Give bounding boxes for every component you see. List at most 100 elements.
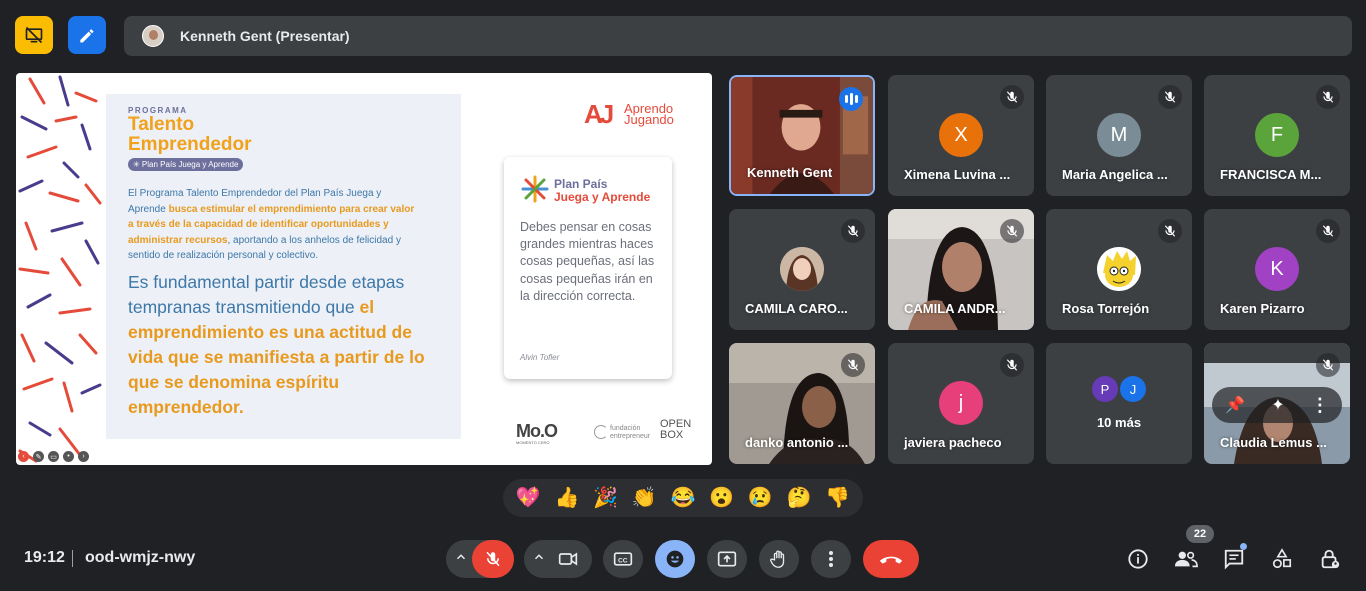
chevron-up-icon[interactable] [532,550,546,564]
openbox-logo: OPEN BOX [660,419,691,441]
tile-hover-controls: 📌 ✦ ⋮ [1212,387,1342,423]
participant-name: Karen Pizarro [1220,301,1305,316]
avatar-initial: M [1110,123,1128,146]
more-vert-icon [829,551,833,567]
avatar-photo [780,247,824,291]
participant-name: CAMILA CARO... [745,301,848,316]
avatar-photo [1097,247,1141,291]
host-controls-button[interactable] [1317,546,1343,572]
pen-icon [80,29,94,43]
leave-call-button[interactable] [863,540,919,578]
more-options-button[interactable] [811,540,851,578]
avatar-mini: J [1120,376,1146,402]
present-button[interactable] [707,540,747,578]
program-title-line2: Emprendedor [128,134,252,155]
reaction-thumbs-down[interactable]: 👎 [823,488,853,508]
participant-tile[interactable]: 📌 ✦ ⋮ Claudia Lemus ... [1204,343,1350,464]
mic-off-icon [1316,219,1340,243]
participant-tile[interactable]: F FRANCISCA M... [1204,75,1350,196]
mic-off-icon [1158,219,1182,243]
camera-group [524,540,592,578]
participant-tile[interactable]: CAMILA CARO... [729,209,875,330]
annotate-button[interactable] [68,16,106,54]
prev-slide-icon[interactable]: ‹ [18,451,29,462]
emoji-reactions-button[interactable] [655,540,695,578]
fundacion-line1: fundación [610,425,641,432]
stop-presenting-button[interactable] [15,16,53,54]
mic-toggle-button[interactable] [472,540,514,578]
program-description: El Programa Talento Emprendedor del Plan… [128,186,418,264]
captions-icon: CC [613,552,633,566]
more-options-icon[interactable]: ⋮ [1311,395,1329,416]
raise-hand-button[interactable] [759,540,799,578]
chat-notification-dot [1240,543,1247,550]
avatar-initial: P [1100,381,1110,397]
mic-off-icon [1000,219,1024,243]
participant-name: Claudia Lemus ... [1220,435,1327,450]
quote-card: Plan País Juega y Aprende Debes pensar e… [504,157,672,379]
pin-icon[interactable]: 📌 [1225,395,1245,415]
more-icon[interactable]: • [63,451,74,462]
openbox-line2: BOX [660,429,684,441]
participant-tile[interactable]: CAMILA ANDR... [888,209,1034,330]
reaction-sparkling-heart[interactable]: 💖 [513,488,543,508]
momento-cero-sub: MOMENTO CERO [516,440,550,445]
avatar: M [1097,113,1141,157]
reaction-party-popper[interactable]: 🎉 [591,488,621,508]
program-title-line1: Talento [128,114,195,135]
fundacion-entrepreneur-logo: fundación entrepreneur [594,425,650,441]
presenter-avatar [142,25,164,47]
brand-mark: AJ [584,99,614,129]
mic-off-icon [1000,353,1024,377]
avatar: K [1255,247,1299,291]
people-icon [1174,551,1198,568]
participant-tile[interactable]: Kenneth Gent [729,75,875,196]
reaction-thumbs-up[interactable]: 👍 [552,488,582,508]
camera-toggle-button[interactable] [558,550,578,573]
slide-controls: ‹ ✎ ▭ • › [18,451,89,462]
phone-hangup-icon [879,556,903,564]
top-bar: Kenneth Gent (Presentar) [0,0,1366,72]
people-button[interactable] [1173,546,1199,572]
participant-tile[interactable]: j javiera pacheco [888,343,1034,464]
divider [72,550,73,567]
next-slide-icon[interactable]: › [78,451,89,462]
captions-button[interactable]: CC [603,540,643,578]
plan-pais-line1: Plan País [554,177,608,191]
participant-tile[interactable]: K Karen Pizarro [1204,209,1350,330]
more-participants-tile[interactable]: P J 10 más [1046,343,1192,464]
reaction-surprised[interactable]: 😮 [707,488,737,508]
mic-off-icon [841,353,865,377]
participant-tile[interactable]: Rosa Torrejón [1046,209,1192,330]
reaction-thinking[interactable]: 🤔 [784,488,814,508]
avatar-initial: J [1129,381,1137,397]
reaction-sad[interactable]: 😢 [745,488,775,508]
svg-text:CC: CC [618,557,628,564]
pen-tool-icon[interactable]: ✎ [33,451,44,462]
chevron-up-icon[interactable] [454,550,468,564]
avatar-initial: j [958,391,964,414]
participant-tile[interactable]: danko antonio ... [729,343,875,464]
program-panel: PROGRAMA Talento Emprendedor ✳ Plan País… [106,94,461,439]
meeting-code: ood-wmjz-nwy [85,549,196,566]
participant-tile[interactable]: X Ximena Luvina ... [888,75,1034,196]
presenter-name: Kenneth Gent (Presentar) [180,28,350,44]
reaction-clapping[interactable]: 👏 [629,488,659,508]
fundacion-line2: entrepreneur [610,433,651,440]
info-icon [1128,549,1148,569]
effects-icon[interactable]: ✦ [1271,395,1284,415]
participant-tile[interactable]: M Maria Angelica ... [1046,75,1192,196]
activities-button[interactable] [1269,546,1295,572]
people-count-badge: 22 [1186,525,1214,543]
meeting-details-button[interactable] [1125,546,1151,572]
avatar-initial: X [954,123,968,146]
mic-off-icon [1316,353,1340,377]
participant-name: FRANCISCA M... [1220,167,1322,182]
speaking-indicator-icon [839,87,863,111]
program-title: Talento Emprendedor [128,115,328,155]
reaction-joy[interactable]: 😂 [668,488,698,508]
captions-icon[interactable]: ▭ [48,451,59,462]
reactions-bar: 💖 👍 🎉 👏 😂 😮 😢 🤔 👎 [503,479,863,517]
present-screen-icon [717,551,737,567]
mic-off-icon [1000,85,1024,109]
